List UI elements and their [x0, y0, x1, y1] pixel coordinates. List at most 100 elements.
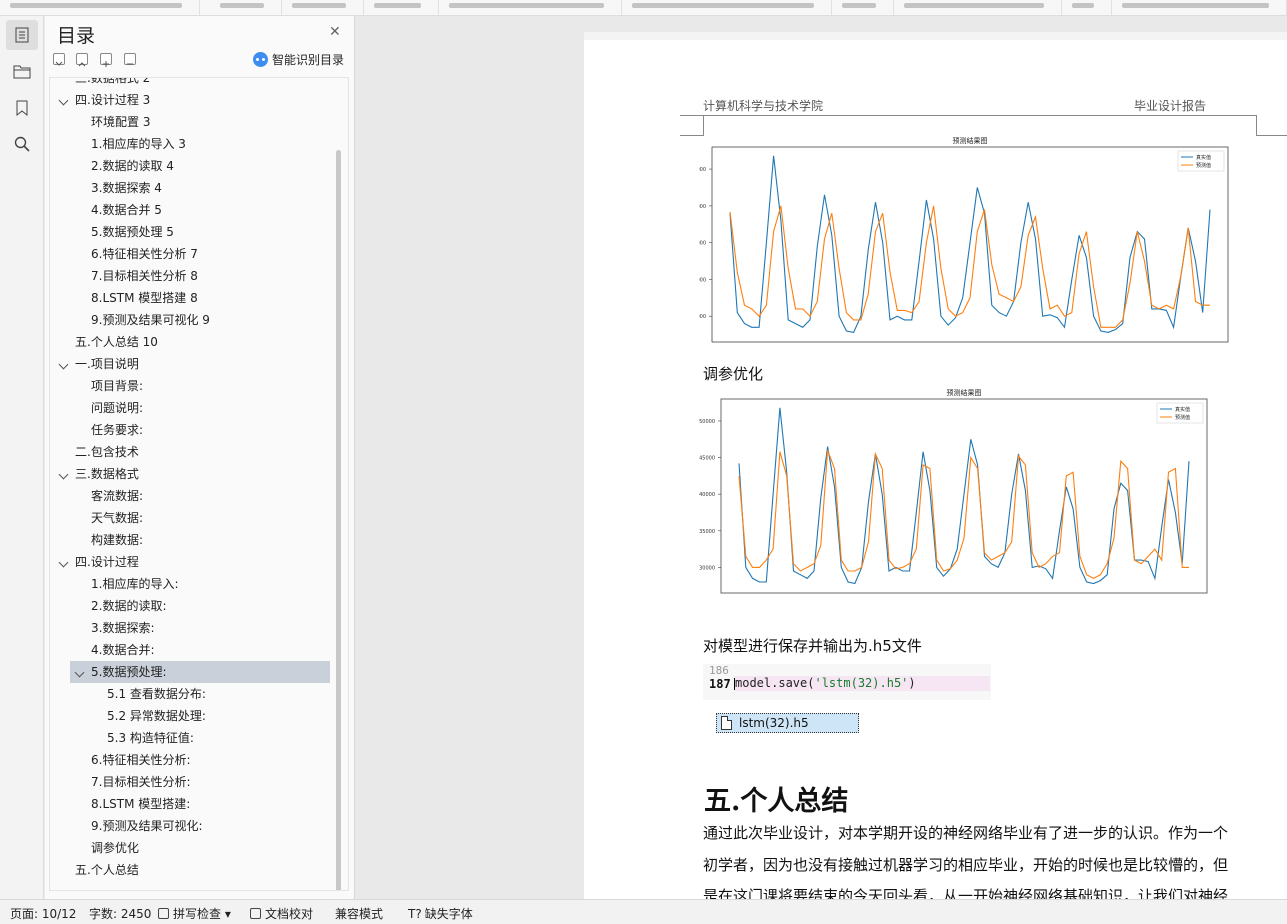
toc-item[interactable]: 6.特征相关性分析:	[50, 749, 335, 771]
chevron-down-icon[interactable]	[58, 359, 69, 370]
toolbar-segment[interactable]	[364, 0, 439, 15]
toc-item[interactable]: 四.设计过程	[50, 551, 335, 573]
toc-item-label: 3.数据探索 4	[91, 181, 162, 195]
toc-item[interactable]: 5.数据预处理 5	[50, 221, 335, 243]
toc-item-label: 五.个人总结	[75, 863, 139, 877]
y-tick-label: 50000	[699, 419, 715, 425]
toolbar-segment[interactable]	[832, 0, 894, 15]
header-left: 计算机科学与技术学院	[703, 99, 824, 113]
close-icon[interactable]: ✕	[329, 25, 341, 39]
spell-check-button[interactable]: 拼写检查 ▾	[158, 905, 231, 922]
page-indicator[interactable]: 页面: 10/12	[10, 905, 76, 922]
toc-item[interactable]: 3.数据探索:	[50, 617, 335, 639]
toc-item[interactable]: 一.项目说明	[50, 353, 335, 375]
toc-item[interactable]: 8.LSTM 模型搭建 8	[50, 287, 335, 309]
code-line[interactable]: model.save('lstm(32).h5')	[734, 676, 990, 691]
left-icon-bar	[0, 16, 44, 899]
toc-item[interactable]: 8.LSTM 模型搭建:	[50, 793, 335, 815]
toc-item[interactable]: 3.数据探索 4	[50, 177, 335, 199]
toc-item-label: 四.设计过程	[75, 555, 139, 569]
toolbar-segment[interactable]	[282, 0, 364, 15]
toc-item[interactable]: 5.2 异常数据处理:	[50, 705, 335, 727]
toolbar-segment[interactable]	[894, 0, 1062, 15]
chart-title: 预测结果图	[953, 137, 988, 145]
expand-all-button[interactable]	[76, 53, 88, 67]
compat-mode[interactable]: 兼容模式	[335, 905, 383, 922]
toc-item-label: 调参优化	[91, 841, 140, 855]
smart-toc-button[interactable]: 智能识别目录	[253, 51, 344, 68]
toc-item[interactable]: 三.数据格式 2	[50, 78, 335, 89]
code-string: 'lstm(32).h5'	[814, 676, 909, 690]
toc-item[interactable]: 客流数据:	[50, 485, 335, 507]
toc-item-label: 项目背景:	[91, 379, 144, 393]
word-count[interactable]: 字数: 2450	[89, 905, 151, 922]
summary-line-1: 通过此次毕业设计，对本学期开设的神经网络毕业有了进一步的认识。作为一个	[703, 824, 1229, 842]
toolbar-segment[interactable]	[439, 0, 622, 15]
toc-item[interactable]: 四.设计过程 3	[50, 89, 335, 111]
missing-font-button[interactable]: T? 缺失字体	[408, 905, 473, 922]
toolbar-strip	[0, 0, 1287, 16]
toc-item[interactable]: 1.相应库的导入 3	[50, 133, 335, 155]
proofread-button[interactable]: 文档校对	[250, 905, 313, 922]
remove-heading-button[interactable]	[124, 53, 136, 65]
toc-item[interactable]: 2.数据的读取 4	[50, 155, 335, 177]
toc-item[interactable]: 9.预测及结果可视化:	[50, 815, 335, 837]
toc-item[interactable]: 6.特征相关性分析 7	[50, 243, 335, 265]
toc-item-label: 问题说明:	[91, 401, 144, 415]
toolbar-label-placeholder	[1122, 3, 1269, 8]
toc-item[interactable]: 5.1 查看数据分布:	[50, 683, 335, 705]
toc-item-label: 7.目标相关性分析:	[91, 775, 191, 789]
toc-item-label: 环境配置 3	[91, 115, 151, 129]
bookmark-icon[interactable]	[6, 93, 38, 123]
toc-item[interactable]: 环境配置 3	[50, 111, 335, 133]
toc-item[interactable]: 构建数据:	[50, 529, 335, 551]
toc-item[interactable]: 调参优化	[50, 837, 335, 859]
search-icon[interactable]	[6, 129, 38, 159]
toc-item[interactable]: 1.相应库的导入:	[50, 573, 335, 595]
toolbar-segment[interactable]	[622, 0, 832, 15]
toc-item[interactable]: 天气数据:	[50, 507, 335, 529]
file-item[interactable]: lstm(32).h5	[716, 713, 859, 733]
toc-item-label: 2.数据的读取 4	[91, 159, 174, 173]
toc-item-label: 构建数据:	[91, 533, 144, 547]
toolbar-segment[interactable]	[1112, 0, 1287, 15]
toc-item[interactable]: 任务要求:	[50, 419, 335, 441]
toc-item[interactable]: 五.个人总结	[50, 859, 335, 881]
toolbar-segment[interactable]	[0, 0, 200, 15]
toc-item[interactable]: 4.数据合并 5	[50, 199, 335, 221]
toc-item[interactable]: 三.数据格式	[50, 463, 335, 485]
y-tick-label: 45000	[699, 204, 706, 210]
toc-item[interactable]: 2.数据的读取:	[50, 595, 335, 617]
toc-item-label: 8.LSTM 模型搭建:	[91, 797, 191, 811]
legend-label: 预测值	[1175, 414, 1190, 421]
toc-item[interactable]: 项目背景:	[50, 375, 335, 397]
toc-item[interactable]: 9.预测及结果可视化 9	[50, 309, 335, 331]
checkbox-icon	[158, 908, 169, 919]
page-gap	[584, 32, 1287, 40]
toolbar-label-placeholder	[1072, 3, 1094, 8]
add-heading-button[interactable]	[100, 53, 112, 67]
chevron-down-icon[interactable]	[74, 667, 85, 678]
toc-item[interactable]: 问题说明:	[50, 397, 335, 419]
toc-item[interactable]: 五.个人总结 10	[50, 331, 335, 353]
toc-item-label: 5.数据预处理 5	[91, 225, 174, 239]
chevron-down-icon[interactable]	[58, 469, 69, 480]
toc-item[interactable]: 4.数据合并:	[50, 639, 335, 661]
toc-item[interactable]: 二.包含技术	[50, 441, 335, 463]
toc-item-label: 任务要求:	[91, 423, 144, 437]
toc-item[interactable]: 7.目标相关性分析:	[50, 771, 335, 793]
chevron-down-icon[interactable]	[58, 557, 69, 568]
toc-icon[interactable]	[6, 20, 38, 50]
toc-item[interactable]: 5.3 构造特征值:	[50, 727, 335, 749]
file-icon	[721, 716, 732, 730]
toc-item[interactable]: 7.目标相关性分析 8	[50, 265, 335, 287]
toc-scrollbar[interactable]	[336, 150, 341, 890]
toolbar-segment[interactable]	[210, 0, 282, 15]
toolbar-segment[interactable]	[1062, 0, 1112, 15]
toc-item[interactable]: 5.数据预处理:	[70, 661, 330, 683]
chevron-down-icon[interactable]	[58, 95, 69, 106]
spell-check-label: 拼写检查	[173, 907, 222, 921]
folder-icon[interactable]	[6, 56, 38, 86]
collapse-all-button[interactable]	[53, 53, 65, 66]
robot-icon	[253, 52, 268, 67]
